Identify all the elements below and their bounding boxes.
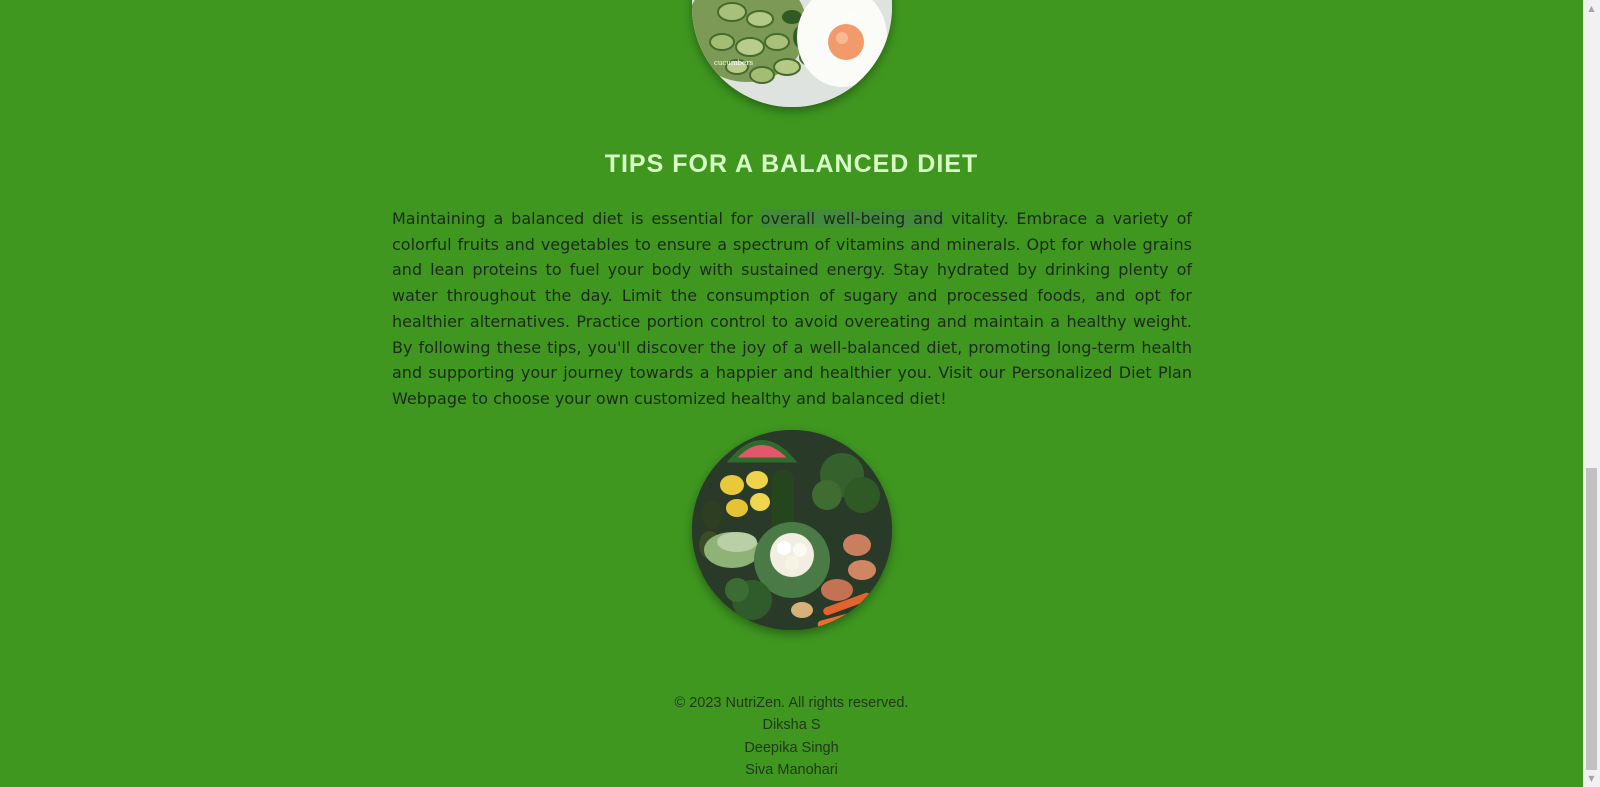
page: cucumbers eggs TIPS FOR A BALANCED DIET … (0, 0, 1583, 787)
vegetables-image (692, 430, 892, 630)
tips-heading: TIPS FOR A BALANCED DIET (604, 150, 979, 178)
author-name: Siva Manohari (745, 761, 838, 778)
author-name: Deepika Singh (744, 739, 839, 756)
author-name: Diksha S (762, 717, 821, 734)
plate-image-top: cucumbers eggs (692, 0, 892, 107)
plate-illustration: cucumbers eggs (692, 0, 892, 107)
tips-paragraph-highlight: overall well-being and (760, 209, 944, 228)
scroll-up-arrow-icon[interactable]: ▲ (1583, 0, 1600, 17)
tips-paragraph-start: Maintaining a balanced diet is essential… (392, 209, 761, 228)
copyright-text: © 2023 NutriZen. All rights reserved. (674, 695, 909, 711)
vegetables-illustration (692, 430, 892, 630)
plate-label-cucumbers: cucumbers (714, 59, 753, 67)
scrollbar-thumb[interactable] (1586, 468, 1597, 770)
plate-label-eggs: eggs (844, 13, 861, 21)
tips-paragraph-end: vitality. Embrace a variety of colorful … (392, 209, 1193, 408)
scroll-down-arrow-icon[interactable]: ▼ (1583, 770, 1600, 787)
vertical-scrollbar[interactable]: ▲ ▼ (1583, 0, 1600, 787)
tips-paragraph: Maintaining a balanced diet is essential… (392, 206, 1192, 412)
footer: © 2023 NutriZen. All rights reserved. Di… (0, 692, 1583, 781)
